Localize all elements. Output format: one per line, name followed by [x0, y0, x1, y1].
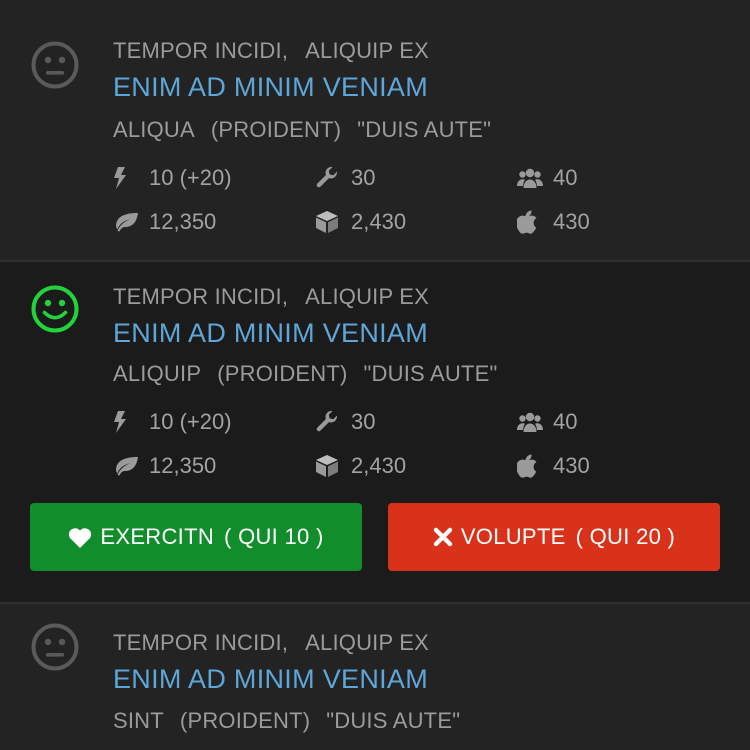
- stat-leaf: 12,350: [113, 209, 216, 235]
- wrench-icon: [316, 410, 337, 432]
- meta-part-b: (PROIDENT): [210, 117, 342, 142]
- cube-icon: [316, 211, 338, 233]
- subtitle-part-b: ALIQUIP EX: [305, 284, 430, 309]
- stat-cube: 2,430: [315, 209, 406, 235]
- cube-icon: [316, 455, 338, 477]
- item-meta: ALIQUA (PROIDENT) "DUIS AUTE": [113, 117, 491, 143]
- meta-part-c: "DUIS AUTE": [357, 117, 492, 142]
- stat-value: 2,430: [351, 453, 407, 478]
- heart-icon: [69, 527, 92, 548]
- meta-part-b: (PROIDENT): [217, 361, 348, 386]
- item-subtitle: TEMPOR INCIDI, ALIQUIP EX: [113, 38, 429, 64]
- stat-wrench: 30: [315, 165, 375, 191]
- happy-face-icon: [31, 285, 79, 333]
- dislike-button-label: VOLUPTE: [460, 524, 566, 549]
- stat-bolt: 10 (+20): [113, 165, 232, 191]
- meta-part-a: ALIQUIP: [113, 361, 202, 386]
- item-subtitle: TEMPOR INCIDI, ALIQUIP EX: [113, 630, 429, 656]
- stat-value: 12,350: [149, 453, 217, 478]
- stat-group: 40: [517, 165, 577, 191]
- group-icon: [517, 168, 543, 188]
- subtitle-part-a: TEMPOR INCIDI,: [113, 284, 289, 309]
- list-item[interactable]: TEMPOR INCIDI, ALIQUIP EX ENIM AD MINIM V…: [0, 0, 750, 262]
- stat-value: 30: [351, 165, 376, 190]
- stat-apple: 430: [517, 209, 590, 235]
- bolt-icon: [114, 167, 126, 189]
- stat-value: 10 (+20): [149, 409, 232, 434]
- subtitle-part-a: TEMPOR INCIDI,: [113, 38, 289, 63]
- wrench-icon: [316, 166, 337, 188]
- meta-part-a: ALIQUA: [113, 117, 195, 142]
- stat-group: 40: [517, 409, 577, 435]
- leaf-icon: [116, 213, 138, 232]
- stat-value: 30: [351, 409, 376, 434]
- meta-part-b: (PROIDENT): [179, 708, 311, 733]
- leaf-icon: [116, 457, 138, 476]
- item-title[interactable]: ENIM AD MINIM VENIAM: [113, 664, 428, 695]
- stat-value: 40: [553, 165, 578, 190]
- item-subtitle: TEMPOR INCIDI, ALIQUIP EX: [113, 284, 429, 310]
- dislike-button-count: ( QUI 20 ): [575, 524, 676, 549]
- apple-icon: [517, 454, 537, 478]
- stat-apple: 430: [517, 453, 590, 479]
- stat-value: 2,430: [351, 209, 407, 234]
- stat-cube: 2,430: [315, 453, 406, 479]
- like-button-count: ( QUI 10 ): [224, 524, 324, 549]
- like-button[interactable]: EXERCITN ( QUI 10 ): [30, 503, 362, 571]
- list-item[interactable]: TEMPOR INCIDI, ALIQUIP EX ENIM AD MINIM V…: [0, 604, 750, 750]
- item-title[interactable]: ENIM AD MINIM VENIAM: [113, 72, 428, 103]
- list-item[interactable]: TEMPOR INCIDI, ALIQUIP EX ENIM AD MINIM V…: [0, 262, 750, 604]
- item-title[interactable]: ENIM AD MINIM VENIAM: [113, 318, 428, 349]
- stat-wrench: 30: [315, 409, 375, 435]
- stat-value: 10 (+20): [149, 165, 232, 190]
- like-button-label: EXERCITN: [100, 524, 215, 549]
- stat-leaf: 12,350: [113, 453, 216, 479]
- stat-value: 12,350: [149, 209, 217, 234]
- apple-icon: [517, 210, 537, 234]
- subtitle-part-a: TEMPOR INCIDI,: [113, 630, 289, 655]
- stat-value: 430: [553, 209, 590, 234]
- stat-value: 40: [553, 409, 578, 434]
- meta-part-a: SINT: [113, 708, 164, 733]
- subtitle-part-b: ALIQUIP EX: [305, 38, 430, 63]
- subtitle-part-b: ALIQUIP EX: [305, 630, 430, 655]
- neutral-face-icon: [31, 623, 79, 671]
- meta-part-c: "DUIS AUTE": [326, 708, 461, 733]
- item-meta: SINT (PROIDENT) "DUIS AUTE": [113, 708, 460, 734]
- dislike-button[interactable]: VOLUPTE ( QUI 20 ): [388, 503, 720, 571]
- neutral-face-icon: [31, 41, 79, 89]
- stat-bolt: 10 (+20): [113, 409, 232, 435]
- item-meta: ALIQUIP (PROIDENT) "DUIS AUTE": [113, 361, 498, 387]
- group-icon: [517, 412, 543, 432]
- close-icon: [433, 527, 453, 547]
- stat-value: 430: [553, 453, 590, 478]
- meta-part-c: "DUIS AUTE": [363, 361, 498, 386]
- bolt-icon: [114, 411, 126, 433]
